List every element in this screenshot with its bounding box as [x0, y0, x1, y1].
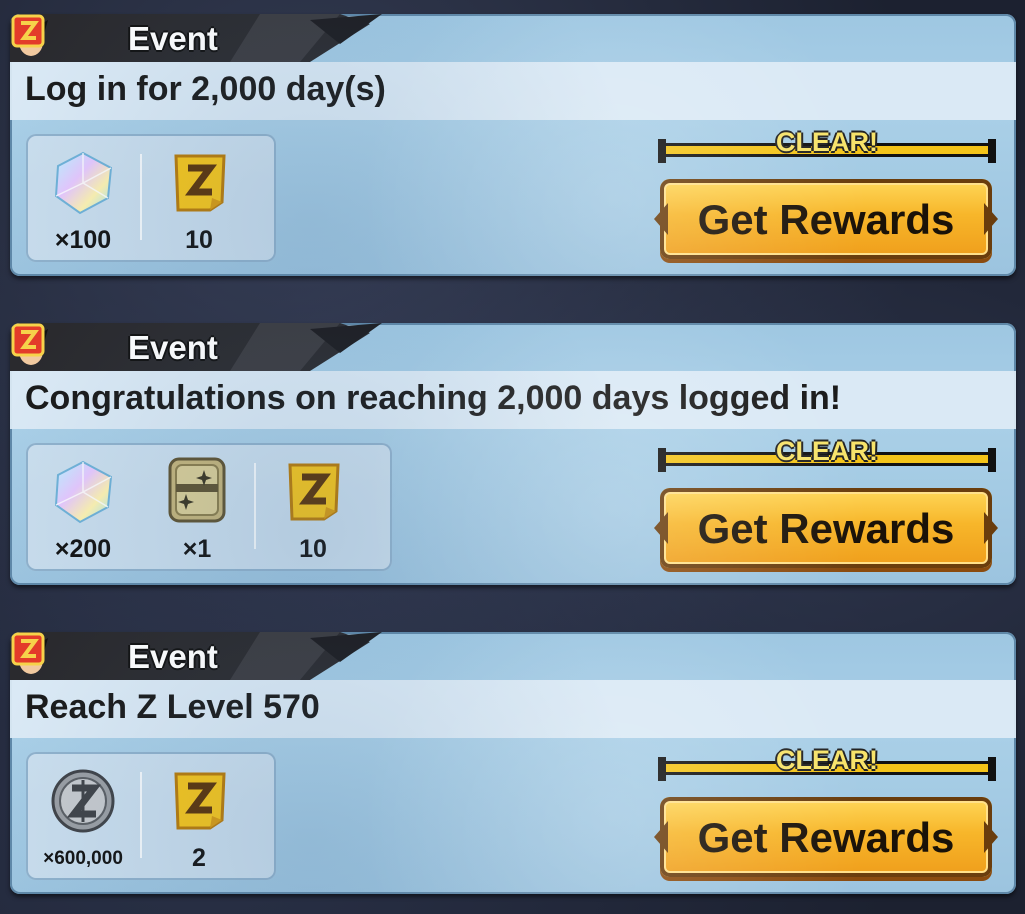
- z-badge-icon: [11, 14, 45, 48]
- card-header: Event: [10, 323, 390, 371]
- get-rewards-button-label: Get Rewards: [697, 196, 955, 243]
- reward-panel: ×600,000 2: [26, 752, 276, 880]
- mission-title: Log in for 2,000 day(s): [25, 70, 386, 108]
- category-label: Event: [128, 20, 218, 57]
- z-badge-icon: [11, 632, 45, 666]
- chrono-crystal-icon: [54, 460, 113, 524]
- reward-item[interactable]: 2: [142, 752, 256, 880]
- clear-status-label: CLEAR!: [776, 745, 878, 775]
- reward-item[interactable]: ×600,000: [26, 752, 140, 880]
- reward-quantity: 10: [299, 535, 327, 563]
- reward-quantity: ×600,000: [43, 848, 123, 869]
- get-rewards-button[interactable]: Get Rewards: [654, 179, 998, 259]
- mission-title: Reach Z Level 570: [25, 688, 320, 726]
- zeni-coin-icon: [51, 769, 115, 833]
- reward-item[interactable]: 10: [142, 134, 256, 262]
- reward-quantity: 2: [192, 844, 206, 872]
- z-power-ticket-icon: [288, 463, 340, 521]
- reward-quantity: ×1: [182, 535, 212, 563]
- clear-progress-bar: CLEAR!: [658, 127, 996, 163]
- mission-card: Event Log in for 2,000 day(s) ×100 10 CL…: [10, 14, 1016, 276]
- reward-panel: ×100 10: [26, 134, 276, 262]
- clear-progress-bar: CLEAR!: [658, 436, 996, 472]
- mission-title-bar: Reach Z Level 570: [10, 680, 1016, 738]
- clear-progress-bar: CLEAR!: [658, 745, 996, 781]
- gold-plate-icon: [168, 457, 226, 523]
- reward-item[interactable]: ×1: [140, 443, 254, 571]
- mission-title-bar: Log in for 2,000 day(s): [10, 62, 1016, 120]
- reward-quantity: ×200: [54, 535, 112, 563]
- reward-item[interactable]: ×200: [26, 443, 140, 571]
- clear-status-label: CLEAR!: [776, 436, 878, 466]
- mission-card: Event Congratulations on reaching 2,000 …: [10, 323, 1016, 585]
- z-badge-icon: [11, 323, 45, 357]
- mission-card: Event Reach Z Level 570 ×600,000 2 CLEAR…: [10, 632, 1016, 894]
- get-rewards-button[interactable]: Get Rewards: [654, 797, 998, 877]
- get-rewards-button[interactable]: Get Rewards: [654, 488, 998, 568]
- mission-title: Congratulations on reaching 2,000 days l…: [25, 379, 842, 417]
- reward-panel: ×200 ×1 10: [26, 443, 392, 571]
- z-power-ticket-icon: [174, 772, 226, 830]
- card-header: Event: [10, 632, 390, 680]
- get-rewards-button-label: Get Rewards: [697, 505, 955, 552]
- chrono-crystal-icon: [54, 151, 113, 215]
- reward-item[interactable]: ×100: [26, 134, 140, 262]
- category-label: Event: [128, 329, 218, 366]
- reward-quantity: 10: [185, 226, 213, 254]
- get-rewards-button-label: Get Rewards: [697, 814, 955, 861]
- reward-item[interactable]: 10: [256, 443, 370, 571]
- z-power-ticket-icon: [174, 154, 226, 212]
- category-label: Event: [128, 638, 218, 675]
- card-header: Event: [10, 14, 390, 62]
- reward-quantity: ×100: [54, 226, 112, 254]
- clear-status-label: CLEAR!: [776, 127, 878, 157]
- mission-title-bar: Congratulations on reaching 2,000 days l…: [10, 371, 1016, 429]
